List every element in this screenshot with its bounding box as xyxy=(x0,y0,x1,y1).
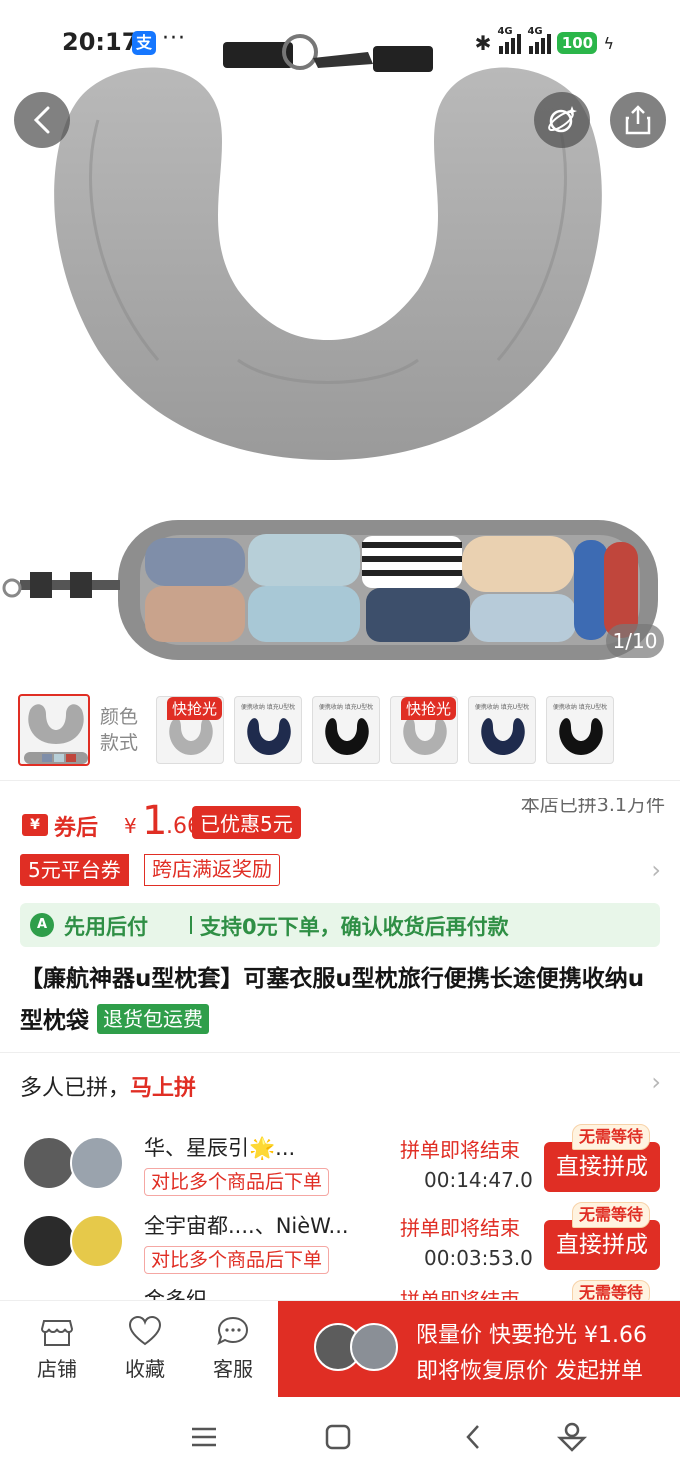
signal-icon: 4G xyxy=(497,26,522,54)
service-tab[interactable]: 客服 xyxy=(198,1315,268,1382)
heart-icon xyxy=(128,1315,162,1346)
sold-count: 本店已拼3.1万件 xyxy=(520,798,665,816)
price-row: ¥ 券后 ¥ 1 .66 已优惠5元 本店已拼3.1万件 xyxy=(20,798,665,844)
discount-tag: 已优惠5元 xyxy=(192,806,301,839)
flash-sale-badge: 快抢光 xyxy=(401,697,457,720)
bottom-action-bar: 店铺 收藏 客服 限量价 快要抢光 ¥1.66 即将恢复原价 发起拼单 xyxy=(0,1300,680,1400)
variant-thumb[interactable]: 便携收纳 填充U型枕 xyxy=(234,696,302,764)
avatar xyxy=(350,1323,398,1371)
join-now-link: 马上拼 xyxy=(130,1076,197,1101)
free-return-tag: 退货包运费 xyxy=(97,1004,210,1034)
variant-thumbnails: 颜色款式 快抢光 便携收纳 填充U型枕 便携收纳 填充U型枕 快抢光 便携收纳 … xyxy=(0,690,680,772)
back-button[interactable] xyxy=(14,92,70,148)
flash-sale-badge: 快抢光 xyxy=(167,697,223,720)
thumb-title: 便携收纳 填充U型枕 xyxy=(240,704,296,711)
store-label: 店铺 xyxy=(37,1357,77,1381)
store-icon xyxy=(40,1320,74,1346)
pay-later-title: 先用后付 xyxy=(64,915,148,939)
variant-thumb[interactable]: 快抢光 xyxy=(156,696,224,764)
status-time: 20:17 xyxy=(62,28,139,56)
store-tab[interactable]: 店铺 xyxy=(22,1315,92,1382)
group-timer: 00:14:47.0 xyxy=(424,1168,533,1192)
divider xyxy=(0,780,680,781)
share-button[interactable] xyxy=(610,92,666,148)
battery-icon: 100 xyxy=(557,32,598,54)
start-group-buy-button[interactable]: 限量价 快要抢光 ¥1.66 即将恢复原价 发起拼单 xyxy=(278,1301,680,1397)
status-indicators: ✱ 4G 4G 100 ϟ xyxy=(474,26,614,56)
chevron-left-icon xyxy=(33,106,50,134)
favorite-tab[interactable]: 收藏 xyxy=(110,1315,180,1382)
compare-tag: 对比多个商品后下单 xyxy=(144,1246,330,1274)
pay-later-banner[interactable]: A 先用后付 支持0元下单，确认收货后再付款 xyxy=(20,903,660,947)
avatar xyxy=(70,1214,124,1268)
bluetooth-icon: ✱ xyxy=(474,31,492,55)
group-row: 全宇宙都....、NièW... 对比多个商品后下单 拼单即将结束 00:03:… xyxy=(20,1202,665,1278)
no-wait-badge: 无需等待 xyxy=(572,1124,651,1150)
variant-thumb[interactable]: 便携收纳 填充U型枕 xyxy=(312,696,380,764)
ar-sparkle-icon xyxy=(548,106,577,133)
chevron-right-icon: › xyxy=(651,1068,661,1096)
product-title-block: 【廉航神器u型枕套】可塞衣服u型枕旅行便携长途便携收纳u型枕袋 退货包运费 xyxy=(20,958,660,1042)
menu-icon[interactable] xyxy=(184,1420,224,1454)
compare-tag: 对比多个商品后下单 xyxy=(144,1168,330,1196)
back-nav-icon[interactable] xyxy=(454,1420,494,1454)
signal-icon-2: 4G xyxy=(527,26,552,54)
group-buy-label: 多人已拼， xyxy=(20,1076,131,1101)
avatar xyxy=(22,1214,76,1268)
image-counter: 1/10 xyxy=(606,624,664,658)
variant-thumb[interactable]: 便携收纳 填充U型枕 xyxy=(546,696,614,764)
group-buy-header[interactable]: 多人已拼，马上拼 › xyxy=(20,1068,665,1102)
cta-action-line: 即将恢复原价 发起拼单 xyxy=(416,1359,643,1384)
variant-thumb[interactable]: 便携收纳 填充U型枕 xyxy=(468,696,536,764)
favorite-label: 收藏 xyxy=(125,1357,165,1381)
group-row: 华、星辰引🌟... 对比多个商品后下单 拼单即将结束 00:14:47.0 无需… xyxy=(20,1124,665,1200)
platform-coupon-tag: 5元平台券 xyxy=(20,854,129,886)
pay-later-desc: 支持0元下单，确认收货后再付款 xyxy=(200,915,509,939)
cta-price-line: 限量价 快要抢光 ¥1.66 xyxy=(416,1323,647,1348)
separator xyxy=(190,916,192,934)
price-integer: 1 xyxy=(142,798,168,844)
alipay-icon: 支 xyxy=(132,31,156,55)
variant-label: 颜色款式 xyxy=(100,706,139,754)
group-member-names: 全宇宙都....、NièW... xyxy=(144,1214,349,1238)
no-wait-badge: 无需等待 xyxy=(572,1202,651,1228)
variant-thumb[interactable]: 快抢光 xyxy=(390,696,458,764)
thumb-title: 便携收纳 填充U型枕 xyxy=(474,704,530,711)
avatar-group xyxy=(22,1136,132,1192)
cross-store-reward-tag: 跨店满返奖励 xyxy=(144,854,280,886)
thumb-title: 便携收纳 填充U型枕 xyxy=(552,704,608,711)
divider xyxy=(0,1052,680,1053)
price-prefix: 券后 xyxy=(54,816,99,841)
pay-later-icon: A xyxy=(30,913,54,937)
product-image-storage-bag xyxy=(2,520,658,660)
system-nav-bar xyxy=(0,1400,680,1478)
home-icon[interactable] xyxy=(318,1420,358,1454)
variant-thumb-selected[interactable] xyxy=(18,694,90,766)
group-ending-label: 拼单即将结束 xyxy=(400,1138,520,1162)
thumb-image xyxy=(24,704,88,764)
coupons-row[interactable]: 5元平台券 跨店满返奖励 › xyxy=(20,854,665,888)
coupon-icon: ¥ xyxy=(22,814,48,836)
price-currency: ¥ xyxy=(124,814,137,838)
charging-icon: ϟ xyxy=(603,33,614,53)
avatar xyxy=(70,1136,124,1190)
status-bar: 20:17 支 ··· ✱ 4G 4G 100 ϟ xyxy=(0,0,680,88)
chevron-right-icon: › xyxy=(651,856,661,884)
service-label: 客服 xyxy=(213,1357,253,1381)
avatar-group xyxy=(22,1214,132,1270)
group-ending-label: 拼单即将结束 xyxy=(400,1216,520,1240)
ar-view-button[interactable] xyxy=(534,92,590,148)
assistant-icon[interactable] xyxy=(552,1420,592,1454)
avatar xyxy=(22,1136,76,1190)
group-member-names: 华、星辰引🌟... xyxy=(144,1136,296,1160)
share-icon xyxy=(625,105,651,135)
product-image-u-pillow xyxy=(54,34,602,460)
thumb-title: 便携收纳 填充U型枕 xyxy=(318,704,374,711)
more-notifications-icon: ··· xyxy=(162,26,186,51)
chat-icon xyxy=(217,1316,249,1345)
group-timer: 00:03:53.0 xyxy=(424,1246,533,1270)
